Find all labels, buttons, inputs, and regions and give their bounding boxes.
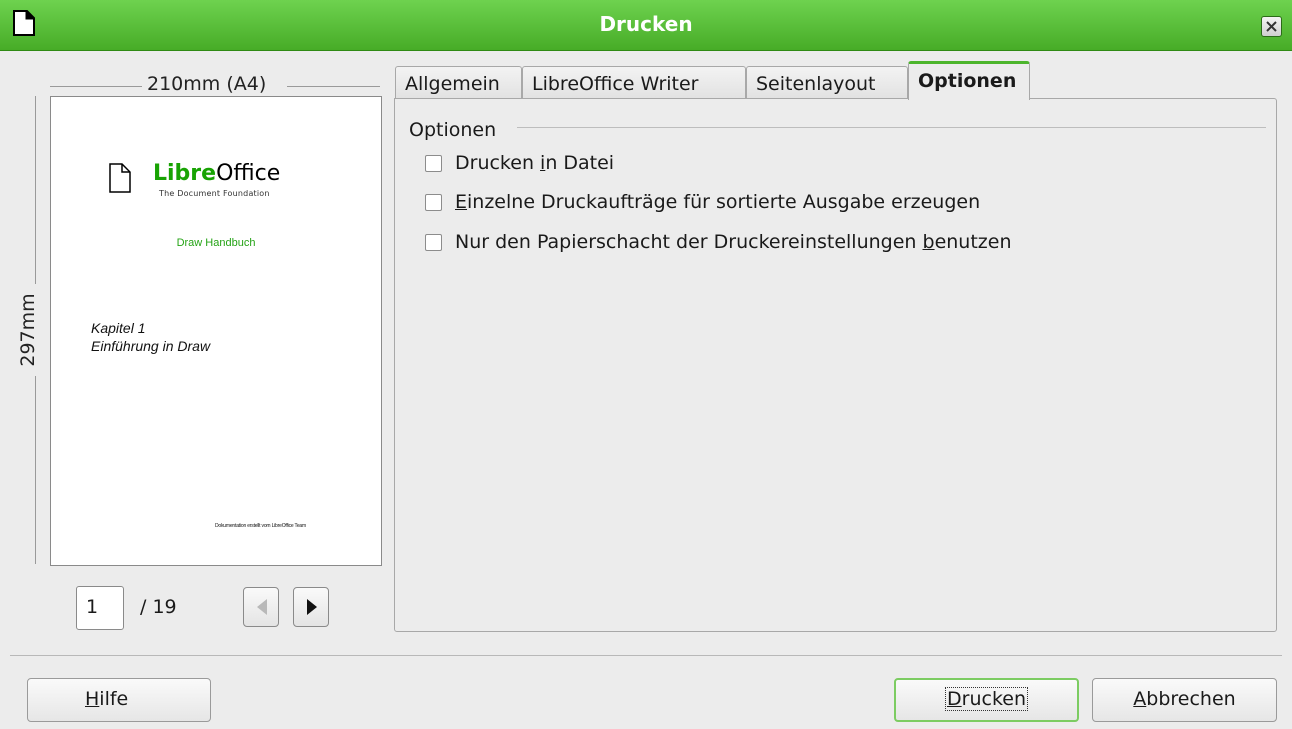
- page-number-input[interactable]: 1: [76, 586, 124, 630]
- width-dimension-line: [287, 86, 380, 87]
- separate-jobs-checkbox[interactable]: [425, 194, 442, 211]
- brand-wordmark: LibreOffice: [153, 161, 281, 186]
- width-dimension-line: [50, 86, 142, 87]
- previous-page-button[interactable]: [243, 587, 279, 627]
- document-subtitle: Draw Handbuch: [176, 237, 256, 249]
- page-total-label: / 19: [140, 596, 177, 618]
- options-tab-panel: Optionen Drucken in Datei Einzelne Druck…: [394, 98, 1277, 632]
- option-label: Einzelne Druckaufträge für sortierte Aus…: [455, 191, 981, 213]
- title-bar: Drucken: [0, 0, 1292, 51]
- tab-libreoffice-writer[interactable]: LibreOffice Writer: [522, 66, 746, 98]
- close-icon: [1266, 21, 1277, 32]
- option-label: Drucken in Datei: [455, 152, 615, 174]
- chapter-title: Einführung in Draw: [91, 338, 211, 354]
- tab-allgemein[interactable]: Allgemein: [395, 66, 522, 98]
- page-width-label: 210mm (A4): [147, 73, 267, 95]
- close-button[interactable]: [1261, 16, 1282, 37]
- page-preview: LibreOffice The Document Foundation Draw…: [50, 96, 382, 566]
- option-label: Nur den Papierschacht der Druckereinstel…: [455, 231, 1012, 253]
- print-to-file-checkbox[interactable]: [425, 155, 442, 172]
- document-icon: [109, 163, 131, 193]
- print-button[interactable]: Drucken: [894, 678, 1079, 722]
- group-divider: [517, 127, 1266, 128]
- height-dimension-line: [35, 376, 36, 564]
- chapter-number: Kapitel 1: [91, 320, 146, 336]
- height-dimension-line: [35, 96, 36, 284]
- triangle-left-icon: [257, 599, 267, 615]
- help-button[interactable]: Hilfe: [27, 678, 211, 722]
- document-footer: Dokumentation erstellt vom LibreOffice T…: [215, 523, 306, 529]
- options-group-label: Optionen: [409, 119, 497, 141]
- cancel-button[interactable]: Abbrechen: [1092, 678, 1277, 722]
- paper-tray-checkbox[interactable]: [425, 234, 442, 251]
- tab-optionen[interactable]: Optionen: [908, 61, 1030, 100]
- tab-seitenlayout[interactable]: Seitenlayout: [746, 66, 908, 98]
- window-title: Drucken: [599, 12, 693, 36]
- next-page-button[interactable]: [293, 587, 329, 627]
- button-separator: [10, 655, 1282, 656]
- triangle-right-icon: [307, 599, 317, 615]
- page-height-label: 297mm: [17, 293, 39, 367]
- brand-tagline: The Document Foundation: [159, 189, 270, 198]
- document-chapter: Kapitel 1 Einführung in Draw: [91, 319, 210, 355]
